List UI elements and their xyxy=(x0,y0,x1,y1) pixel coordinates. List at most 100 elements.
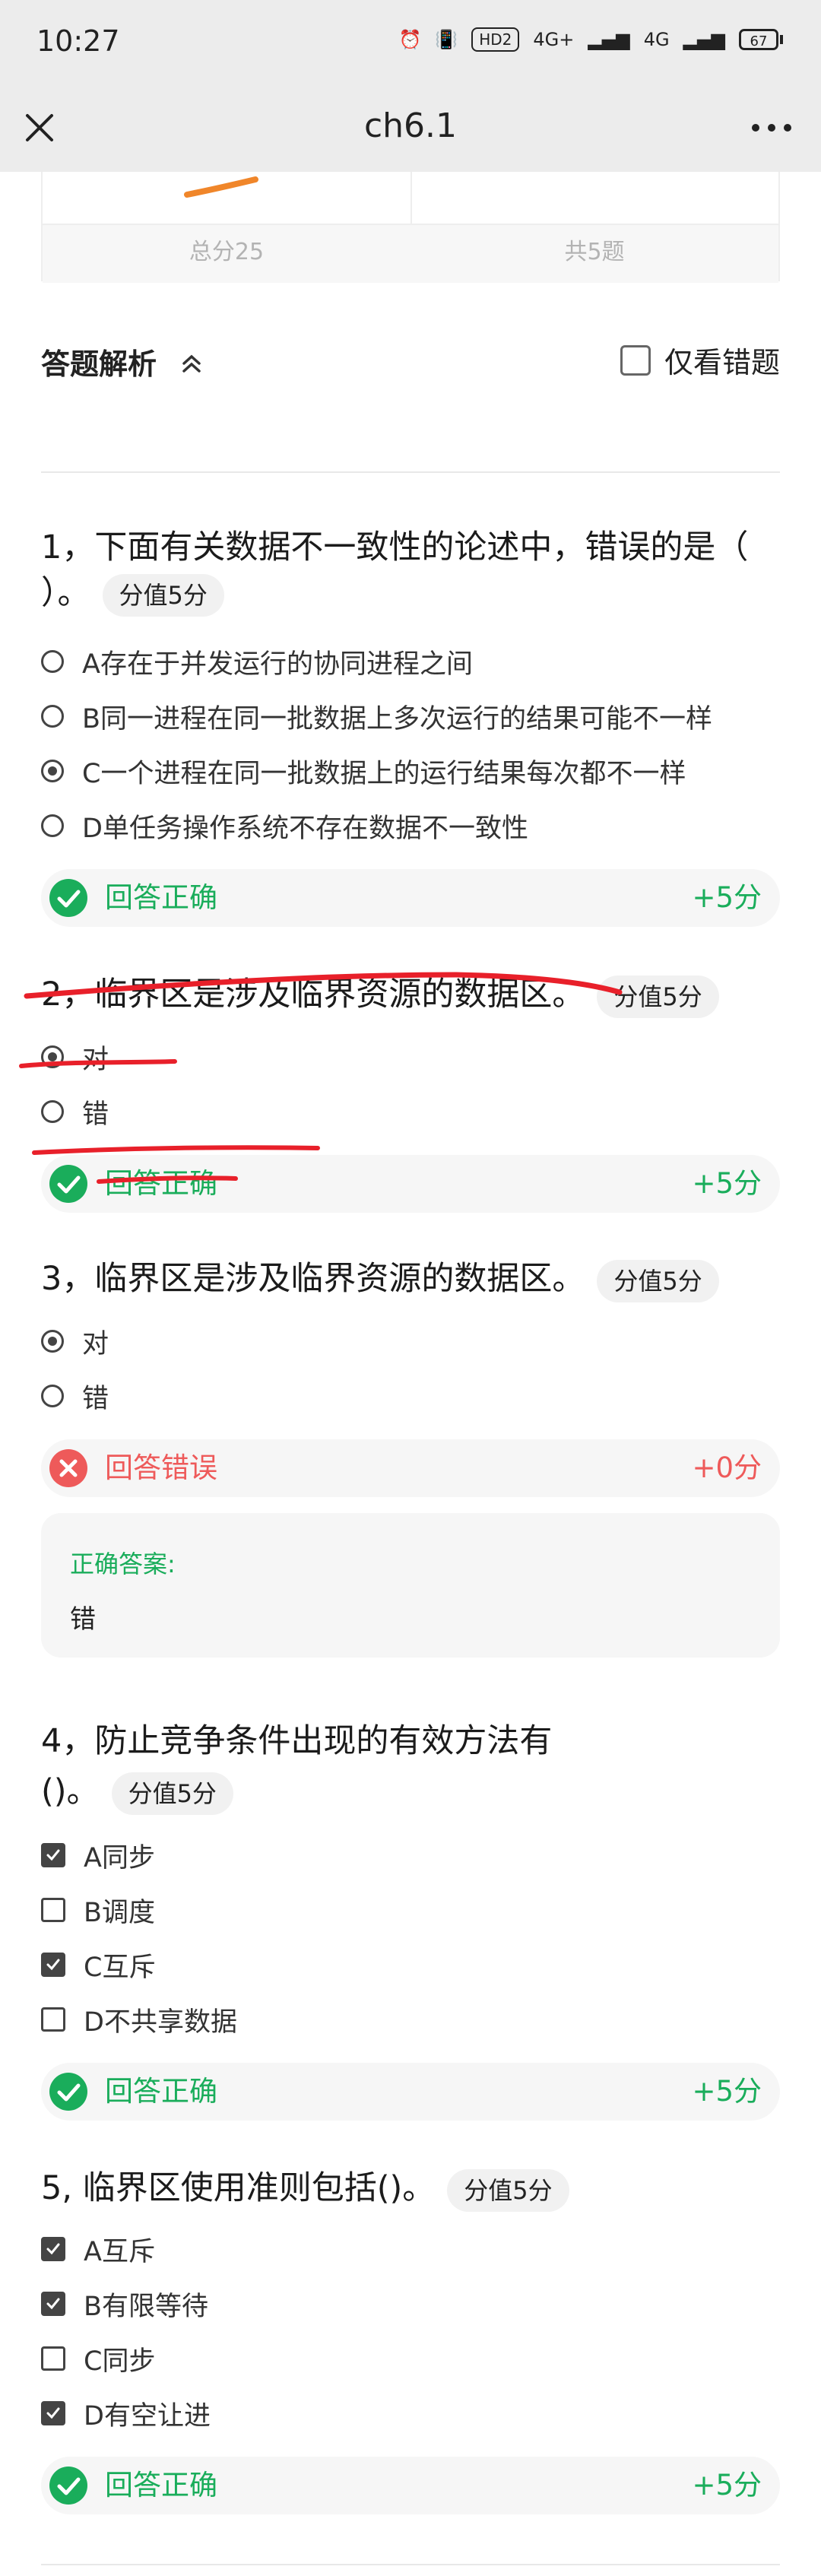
question-5-result: 回答正确 +5分 xyxy=(41,2457,780,2514)
result-points: +5分 xyxy=(692,881,762,914)
question-3-option-true[interactable]: 对 xyxy=(41,1320,109,1363)
question-3-result: 回答错误 +0分 xyxy=(41,1439,780,1497)
correct-answer-label: 正确答案: xyxy=(70,1550,176,1578)
checkbox-icon xyxy=(41,2007,65,2032)
result-points: +5分 xyxy=(692,2469,762,2501)
question-3-title: 3，临界区是涉及临界资源的数据区。 分值5分 xyxy=(41,1256,756,1302)
question-5-option-d[interactable]: D有空让进 xyxy=(41,2392,211,2435)
top-bar: 10:27 ⏰ 📳 HD2 4G+ ▂▄▆ 4G ▂▄▆ 67 ch6.1 xyxy=(0,0,821,172)
collapse-icon[interactable] xyxy=(178,348,205,379)
checkbox-checked-icon xyxy=(41,2292,65,2316)
question-2-title: 2，临界区是涉及临界资源的数据区。 分值5分 xyxy=(41,972,756,1018)
radio-selected-icon xyxy=(41,1045,64,1068)
checkbox-checked-icon xyxy=(41,1843,65,1867)
question-2-option-false[interactable]: 错 xyxy=(41,1090,109,1133)
result-text: 回答正确 xyxy=(105,2075,217,2108)
question-5-title: 5, 临界区使用准则包括()。 分值5分 xyxy=(41,2165,756,2212)
signal-2-label: 4G xyxy=(643,29,670,50)
correct-answer-box: 正确答案: 错 xyxy=(41,1513,780,1658)
summary-stats-row: 总分25 共5题 xyxy=(43,224,778,283)
option-label: A同步 xyxy=(84,1842,155,1873)
alarm-icon: ⏰ xyxy=(398,29,422,50)
radio-icon xyxy=(41,1385,64,1407)
question-1-title: 1，下面有关数据不一致性的论述中，错误的是（ ）。 分值5分 xyxy=(41,525,756,617)
question-4-score: 分值5分 xyxy=(111,1772,233,1815)
score-summary-card: 总分25 共5题 xyxy=(41,172,780,283)
check-circle-icon xyxy=(49,879,87,917)
option-label: C同步 xyxy=(84,2346,156,2377)
result-points: +5分 xyxy=(692,1167,762,1200)
status-bar: 10:27 ⏰ 📳 HD2 4G+ ▂▄▆ 4G ▂▄▆ 67 xyxy=(0,0,821,84)
question-4-title: 4，防止竞争条件出现的有效方法有 ()。 分值5分 xyxy=(41,1718,756,1815)
option-label: 错 xyxy=(82,1099,109,1130)
question-4-text: 4，防止竞争条件出现的有效方法有 xyxy=(41,1722,553,1760)
signal-1-icon: ▂▄▆ xyxy=(588,29,630,50)
checkbox-checked-icon xyxy=(41,1953,65,1977)
result-text: 回答正确 xyxy=(105,1167,217,1200)
option-label: 对 xyxy=(82,1328,109,1359)
radio-selected-icon xyxy=(41,760,64,782)
option-label: B调度 xyxy=(84,1897,156,1928)
question-4-option-a[interactable]: A同步 xyxy=(41,1834,155,1876)
option-label: A互斥 xyxy=(84,2236,155,2267)
question-2-option-true[interactable]: 对 xyxy=(41,1036,109,1078)
question-1-option-d[interactable]: D单任务操作系统不存在数据不一致性 xyxy=(41,804,528,847)
option-label: D有空让进 xyxy=(84,2400,211,2432)
check-circle-icon xyxy=(49,1165,87,1203)
score-graphic-icon xyxy=(184,176,258,198)
signal-2-icon: ▂▄▆ xyxy=(683,29,725,50)
question-5-option-b[interactable]: B有限等待 xyxy=(41,2283,208,2325)
question-3-option-false[interactable]: 错 xyxy=(41,1375,109,1417)
page-title: ch6.1 xyxy=(363,106,458,145)
question-5-text: 5, 临界区使用准则包括()。 xyxy=(41,2169,436,2207)
option-label: C一个进程在同一批数据上的运行结果每次都不一样 xyxy=(82,758,686,789)
question-3-score: 分值5分 xyxy=(597,1259,719,1302)
option-label: 错 xyxy=(82,1383,109,1414)
result-points: +5分 xyxy=(692,2075,762,2108)
checkbox-checked-icon xyxy=(41,2237,65,2261)
radio-icon xyxy=(41,814,64,837)
battery-level: 67 xyxy=(739,29,778,50)
check-circle-icon xyxy=(49,2073,87,2111)
checkbox-icon xyxy=(41,1898,65,1922)
annotation-underline-gap xyxy=(32,1145,320,1155)
wrong-only-label: 仅看错题 xyxy=(664,346,780,379)
status-icons: ⏰ 📳 HD2 4G+ ▂▄▆ 4G ▂▄▆ 67 xyxy=(398,27,783,52)
option-label: D单任务操作系统不存在数据不一致性 xyxy=(82,813,528,844)
question-1-option-c[interactable]: C一个进程在同一批数据上的运行结果每次都不一样 xyxy=(41,750,686,792)
battery-icon: 67 xyxy=(739,29,783,50)
divider xyxy=(41,471,780,473)
more-icon xyxy=(752,124,791,132)
radio-icon xyxy=(41,705,64,728)
question-4-option-d[interactable]: D不共享数据 xyxy=(41,1998,237,2041)
result-text: 回答错误 xyxy=(105,1451,217,1484)
question-2-text: 2，临界区是涉及临界资源的数据区。 xyxy=(41,976,585,1014)
check-circle-icon xyxy=(49,2467,87,2505)
radio-icon xyxy=(41,1100,64,1123)
question-5-option-a[interactable]: A互斥 xyxy=(41,2228,155,2270)
question-4-text-line2: ()。 xyxy=(41,1772,100,1810)
total-score: 总分25 xyxy=(189,239,265,265)
wrong-only-checkbox[interactable] xyxy=(620,344,651,376)
question-4-result: 回答正确 +5分 xyxy=(41,2063,780,2121)
option-label: A存在于并发运行的协同进程之间 xyxy=(82,649,473,680)
question-1-result: 回答正确 +5分 xyxy=(41,869,780,927)
question-2-result: 回答正确 +5分 xyxy=(41,1155,780,1213)
more-button[interactable] xyxy=(745,103,798,152)
question-4-option-b[interactable]: B调度 xyxy=(41,1889,155,1931)
question-1-option-b[interactable]: B同一进程在同一批数据上多次运行的结果可能不一样 xyxy=(41,695,712,738)
question-1-score: 分值5分 xyxy=(102,573,224,617)
question-4-option-c[interactable]: C互斥 xyxy=(41,1943,155,1986)
answer-analysis-header: 答题解析 仅看错题 xyxy=(41,335,780,388)
app-bar: ch6.1 xyxy=(0,84,821,172)
question-1-option-a[interactable]: A存在于并发运行的协同进程之间 xyxy=(41,640,473,683)
hd-badge: HD2 xyxy=(471,27,520,52)
option-label: B有限等待 xyxy=(84,2291,209,2322)
option-label: 对 xyxy=(82,1044,109,1075)
section-title: 答题解析 xyxy=(41,347,157,381)
wrong-only-toggle[interactable]: 仅看错题 xyxy=(620,339,780,381)
radio-icon xyxy=(41,650,64,673)
question-5-option-c[interactable]: C同步 xyxy=(41,2337,155,2380)
vibrate-icon: 📳 xyxy=(435,29,458,50)
signal-1-label: 4G+ xyxy=(533,29,575,50)
